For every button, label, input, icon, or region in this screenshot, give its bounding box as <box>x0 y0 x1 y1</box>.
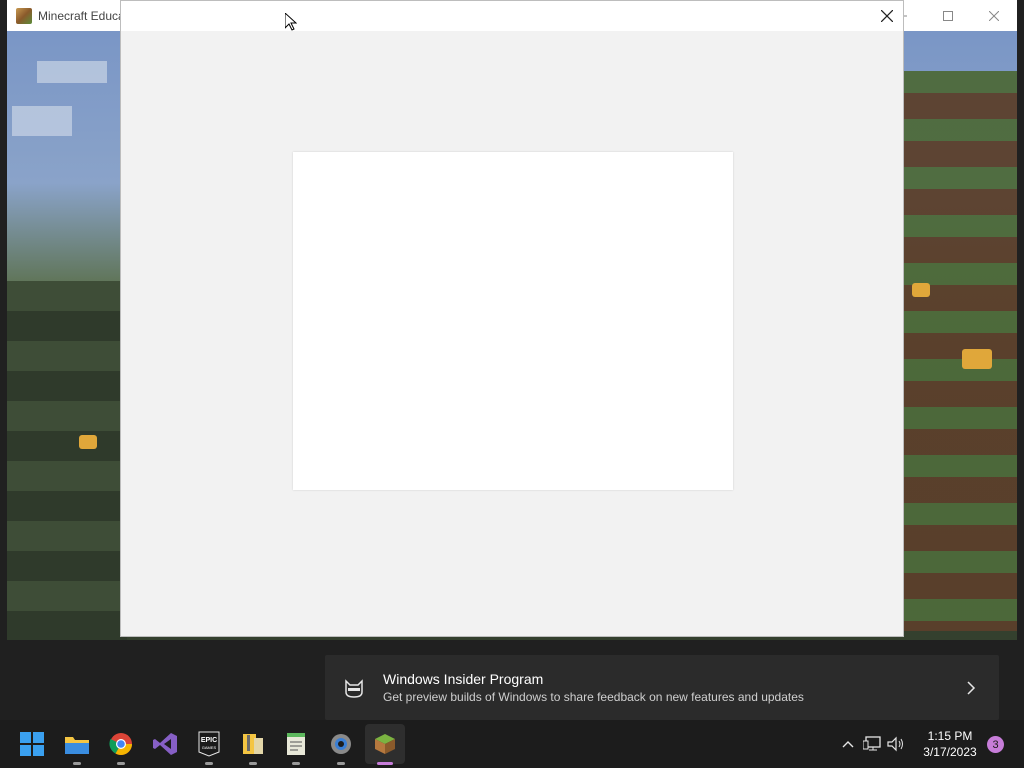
svg-text:GAMES: GAMES <box>202 745 217 750</box>
taskbar-chrome[interactable] <box>105 728 137 765</box>
volume-button[interactable] <box>884 732 908 756</box>
close-window-button[interactable] <box>971 0 1017 31</box>
notepad-icon <box>287 733 305 755</box>
flower-icon <box>962 349 992 369</box>
mouse-cursor-icon <box>285 13 297 31</box>
visual-studio-icon <box>153 733 177 755</box>
chevron-up-icon <box>842 741 854 748</box>
taskbar-visual-studio[interactable] <box>149 728 181 760</box>
start-button[interactable] <box>16 728 48 760</box>
taskbar: EPIC GAMES 1:15 PM 3/17/2023 <box>0 720 1024 768</box>
notification-body: Get preview builds of Windows to share f… <box>383 690 804 704</box>
chrome-icon <box>109 733 132 755</box>
notification-count-badge[interactable]: 3 <box>987 736 1004 753</box>
gear-icon <box>331 734 351 754</box>
chevron-right-icon[interactable] <box>959 676 983 700</box>
clock-date: 3/17/2023 <box>923 745 977 759</box>
taskbar-notepad[interactable] <box>280 728 312 765</box>
folder-icon <box>65 737 89 754</box>
zip-folder-icon <box>243 734 263 754</box>
maximize-button[interactable] <box>925 0 971 31</box>
window-title: Minecraft Educa <box>38 8 125 23</box>
maximize-icon <box>943 10 953 21</box>
network-button[interactable] <box>860 732 884 756</box>
network-icon <box>863 736 881 751</box>
taskbar-minecraft[interactable] <box>365 724 405 765</box>
dialog-close-button[interactable] <box>871 1 903 31</box>
ninja-cat-icon <box>345 678 363 698</box>
insider-notification[interactable]: Windows Insider Program Get preview buil… <box>325 655 999 720</box>
taskbar-epic-games[interactable]: EPIC GAMES <box>193 728 225 765</box>
taskbar-archive[interactable] <box>237 728 269 765</box>
dialog-window <box>120 0 904 637</box>
speaker-icon <box>887 736 903 752</box>
close-icon <box>881 10 893 22</box>
clock-time: 1:15 PM <box>927 729 973 743</box>
close-icon <box>989 10 999 21</box>
taskbar-settings[interactable] <box>325 728 357 765</box>
windows-logo-icon <box>20 732 44 756</box>
dialog-content-panel <box>293 152 733 490</box>
flower-icon <box>912 283 930 297</box>
svg-text:EPIC: EPIC <box>201 737 217 744</box>
epic-games-icon: EPIC GAMES <box>198 731 220 757</box>
notification-title: Windows Insider Program <box>383 671 544 687</box>
flower-icon <box>79 435 97 449</box>
minecraft-icon <box>16 7 32 24</box>
dialog-titlebar[interactable] <box>121 1 903 31</box>
show-hidden-icons-button[interactable] <box>836 732 860 756</box>
taskbar-file-explorer[interactable] <box>61 728 93 765</box>
minecraft-icon <box>375 734 395 754</box>
taskbar-clock[interactable]: 1:15 PM 3/17/2023 <box>918 728 982 760</box>
